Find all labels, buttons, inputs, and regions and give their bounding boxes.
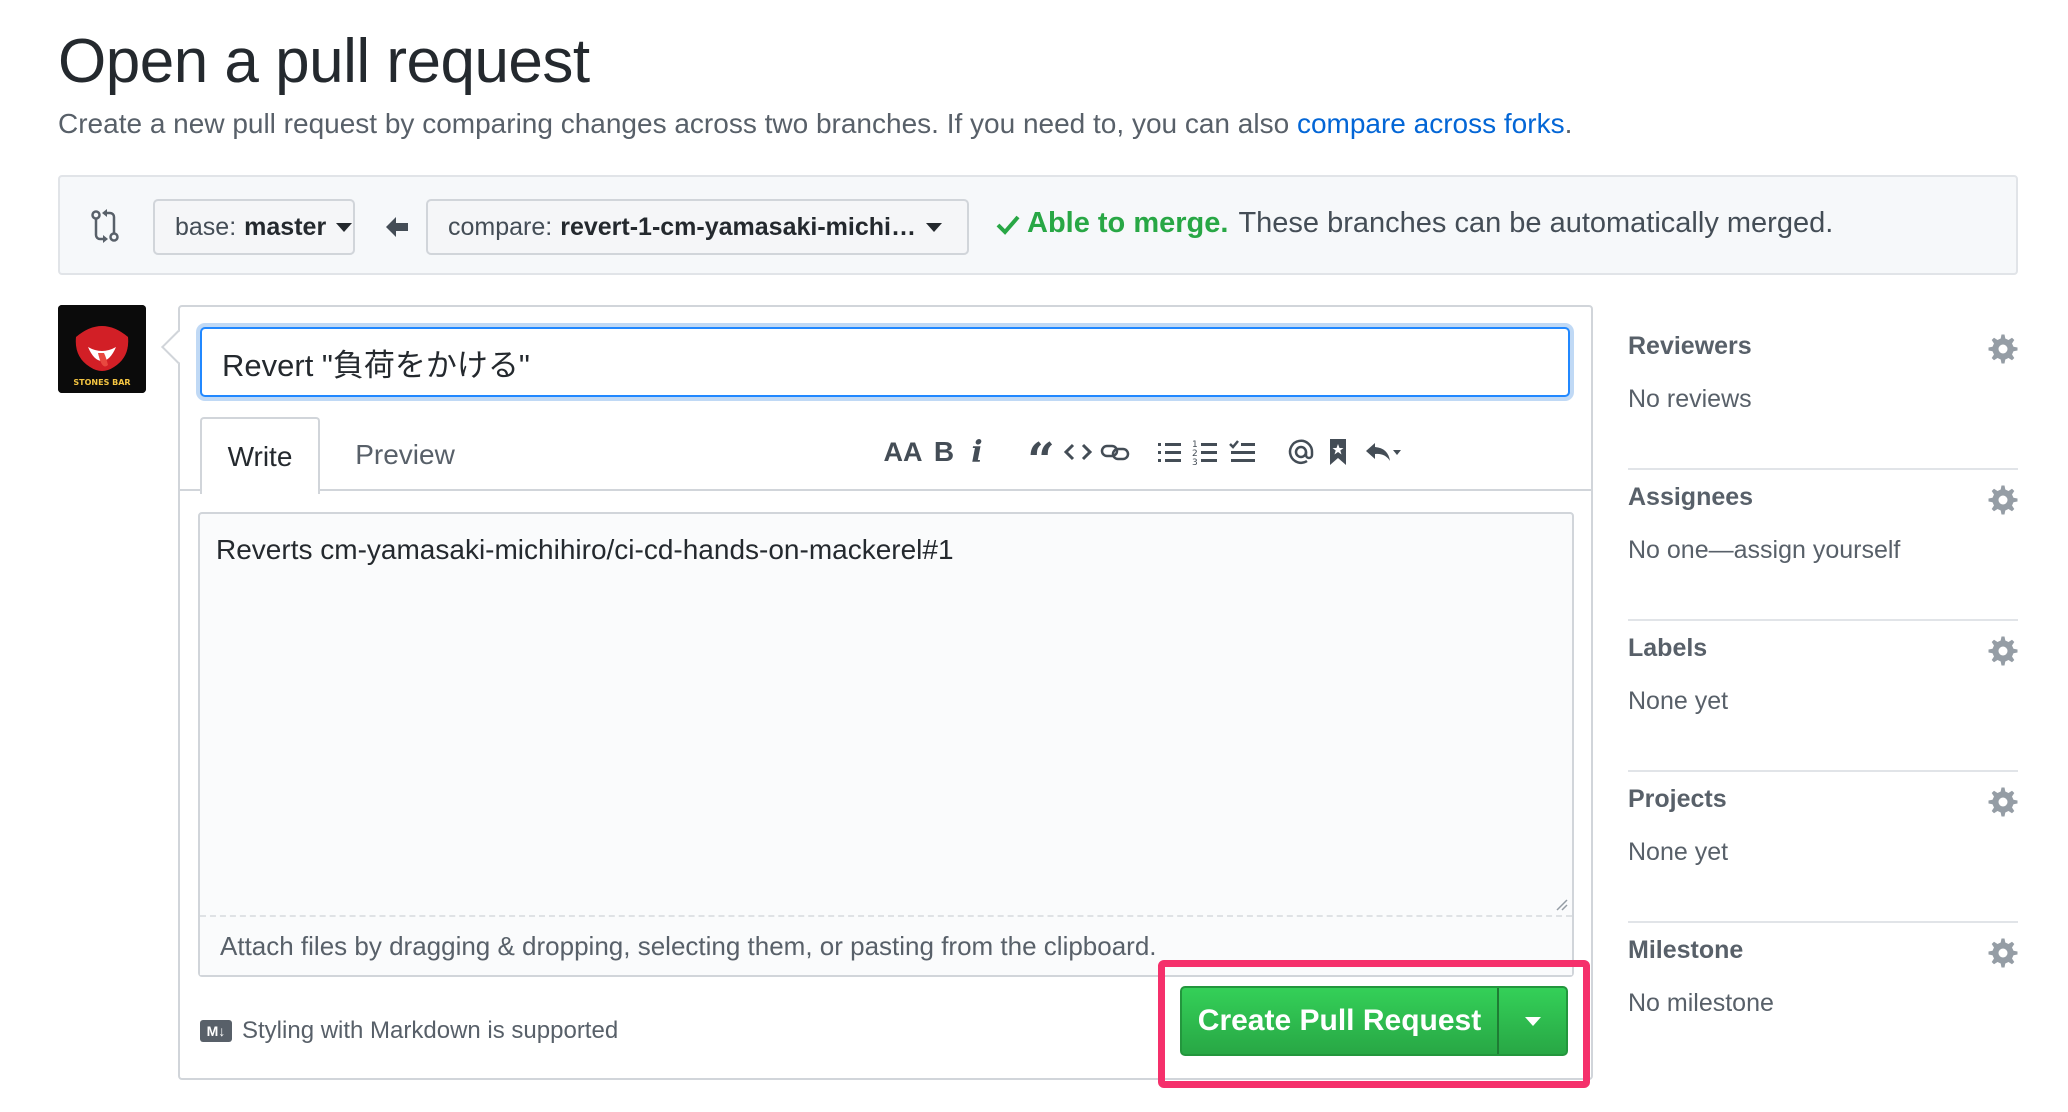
unordered-list-button[interactable] xyxy=(1152,427,1188,477)
sidebar-divider xyxy=(1628,770,2018,772)
reply-menu-button[interactable] xyxy=(1358,427,1408,477)
base-branch-name: master xyxy=(244,212,327,241)
pr-title-input[interactable] xyxy=(200,327,1570,397)
markdown-hint[interactable]: M↓ Styling with Markdown is supported xyxy=(200,1017,618,1045)
bookmark-icon xyxy=(1330,439,1346,465)
link-button[interactable] xyxy=(1096,427,1134,477)
chevron-down-icon xyxy=(1524,1016,1541,1026)
italic-button[interactable]: i xyxy=(962,427,992,477)
reviewers-value: No reviews xyxy=(1628,385,1752,413)
assignees-value[interactable]: No one—assign yourself xyxy=(1628,536,1900,565)
bold-button[interactable]: B xyxy=(926,427,962,477)
gear-icon[interactable] xyxy=(1988,787,2018,817)
page-subtitle: Create a new pull request by comparing c… xyxy=(58,108,1572,140)
merge-status-message: These branches can be automatically merg… xyxy=(1238,207,1834,239)
svg-text:3: 3 xyxy=(1192,458,1198,467)
reply-icon xyxy=(1366,443,1401,461)
tab-preview[interactable]: Preview xyxy=(325,417,485,492)
milestone-title: Milestone xyxy=(1628,936,1744,964)
avatar-logo-icon: STONES BAR xyxy=(58,305,146,393)
task-list-button[interactable] xyxy=(1224,427,1262,477)
chevron-down-icon xyxy=(925,222,942,232)
subtitle-text: Create a new pull request by comparing c… xyxy=(58,108,1297,139)
ordered-list-button[interactable]: 123 xyxy=(1188,427,1224,477)
tab-write[interactable]: Write xyxy=(200,417,320,494)
arrow-left-icon xyxy=(386,217,408,237)
create-options-dropdown[interactable] xyxy=(1499,1016,1566,1026)
chevron-down-icon xyxy=(336,222,353,232)
quote-button[interactable]: “ xyxy=(1022,427,1060,489)
task-list-icon xyxy=(1229,440,1255,462)
labels-value: None yet xyxy=(1628,687,1729,715)
merge-status: Able to merge. These branches can be aut… xyxy=(995,207,1833,240)
sidebar-divider xyxy=(1628,619,2018,621)
sidebar-projects: Projects None yet xyxy=(1628,773,2018,923)
check-icon xyxy=(996,215,1020,235)
merge-status-ok: Able to merge. xyxy=(1027,207,1229,239)
page-title: Open a pull request xyxy=(58,27,590,96)
markdown-icon: M↓ xyxy=(200,1020,232,1042)
code-icon xyxy=(1063,443,1093,461)
gear-icon[interactable] xyxy=(1988,938,2018,968)
ordered-list-icon: 123 xyxy=(1192,440,1217,467)
unordered-list-icon xyxy=(1158,443,1181,462)
pr-body-text: Reverts cm-yamasaki-michihiro/ci-cd-hand… xyxy=(216,534,954,565)
compare-across-forks-link[interactable]: compare across forks xyxy=(1297,108,1565,139)
resize-grip-icon[interactable] xyxy=(1554,897,1568,911)
reviewers-title: Reviewers xyxy=(1628,332,1752,360)
compare-branch-select[interactable]: compare: revert-1-cm-yamasaki-michi… xyxy=(426,199,969,255)
sidebar-divider xyxy=(1628,468,2018,470)
milestone-value: No milestone xyxy=(1628,989,1774,1017)
branch-range-bar: base: master compare: revert-1-cm-yamasa… xyxy=(58,175,2018,275)
create-pull-request-button[interactable]: Create Pull Request xyxy=(1180,986,1568,1056)
create-pull-request-label[interactable]: Create Pull Request xyxy=(1182,988,1499,1054)
subtitle-end: . xyxy=(1564,108,1573,139)
labels-title: Labels xyxy=(1628,634,1708,662)
sidebar-divider xyxy=(1628,921,2018,923)
code-button[interactable] xyxy=(1060,427,1096,477)
heading-button[interactable]: AA xyxy=(880,427,926,477)
saved-reply-button[interactable] xyxy=(1320,427,1356,477)
markdown-hint-text: Styling with Markdown is supported xyxy=(242,1017,619,1044)
sidebar-labels: Labels None yet xyxy=(1628,622,2018,772)
assignees-title: Assignees xyxy=(1628,483,1754,511)
sidebar-assignees: Assignees No one—assign yourself xyxy=(1628,471,2018,621)
sidebar-milestone: Milestone No milestone xyxy=(1628,924,2018,1074)
link-icon xyxy=(1100,444,1130,461)
projects-value: None yet xyxy=(1628,838,1729,866)
base-branch-select[interactable]: base: master xyxy=(153,199,355,255)
compare-arrows-icon xyxy=(91,209,119,243)
gear-icon[interactable] xyxy=(1988,334,2018,364)
gear-icon[interactable] xyxy=(1988,485,2018,515)
compare-prefix: compare: xyxy=(448,212,553,241)
mention-icon xyxy=(1288,439,1314,464)
avatar: STONES BAR xyxy=(58,305,146,393)
pr-body-textarea[interactable]: Reverts cm-yamasaki-michihiro/ci-cd-hand… xyxy=(198,512,1574,977)
gear-icon[interactable] xyxy=(1988,636,2018,666)
base-prefix: base: xyxy=(175,212,237,241)
mention-button[interactable] xyxy=(1282,427,1320,477)
sidebar-reviewers: Reviewers No reviews xyxy=(1628,320,2018,470)
compare-branch-name: revert-1-cm-yamasaki-michi… xyxy=(560,212,916,241)
svg-text:STONES BAR: STONES BAR xyxy=(73,378,130,387)
projects-title: Projects xyxy=(1628,785,1727,813)
